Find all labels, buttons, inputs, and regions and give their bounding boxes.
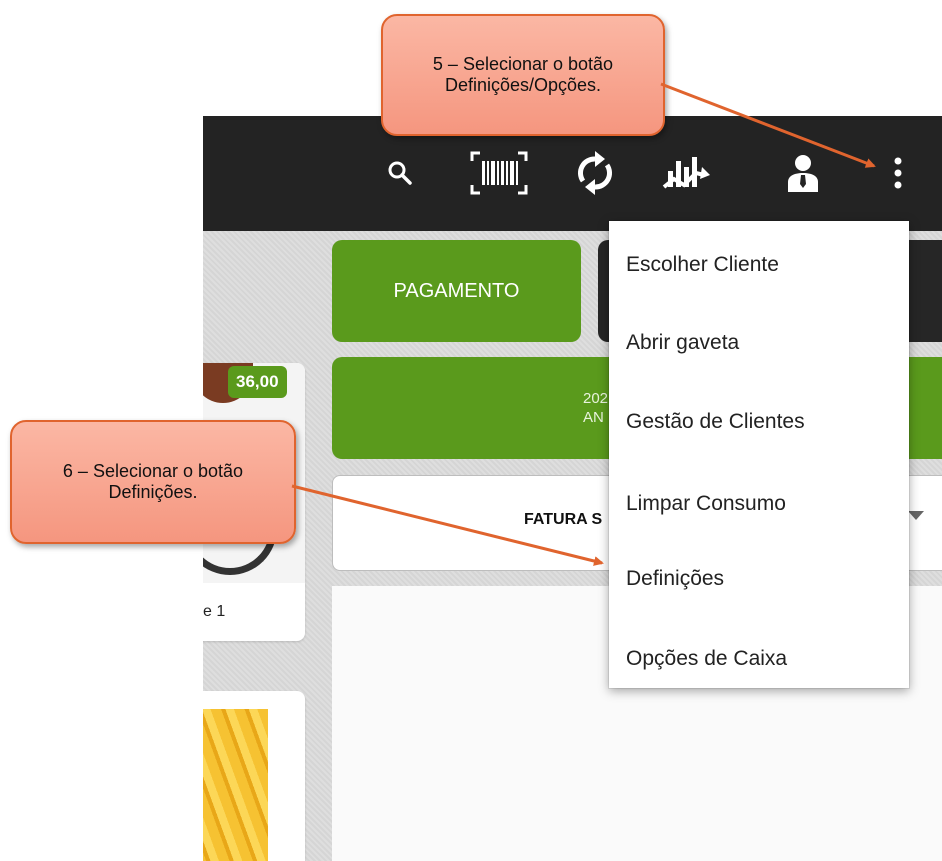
chevron-down-icon	[908, 511, 924, 520]
french-fries-image	[203, 709, 268, 861]
callout-step-5-line2: Definições/Opções.	[444, 75, 602, 95]
menu-item-opcoes-caixa[interactable]: Opções de Caixa	[626, 647, 787, 671]
menu-item-gestao-clientes[interactable]: Gestão de Clientes	[626, 410, 805, 434]
sync-icon[interactable]	[573, 151, 617, 195]
chart-icon[interactable]	[661, 151, 711, 195]
callout-step-6-line2: Definições.	[108, 482, 198, 502]
callout-step-6: 6 – Selecionar o botão Definições.	[10, 420, 296, 544]
callout-step-5-line1: 5 – Selecionar o botão	[432, 54, 614, 74]
menu-item-definicoes[interactable]: Definições	[626, 567, 724, 591]
payment-button[interactable]: PAGAMENTO	[332, 240, 581, 342]
callout-step-5: 5 – Selecionar o botão Definições/Opções…	[381, 14, 665, 136]
search-icon[interactable]	[385, 151, 415, 195]
menu-item-abrir-gaveta[interactable]: Abrir gaveta	[626, 331, 739, 355]
callout-step-6-line1: 6 – Selecionar o botão	[62, 461, 244, 481]
info-text-2: AN	[583, 409, 604, 426]
menu-item-limpar-consumo[interactable]: Limpar Consumo	[626, 492, 786, 516]
more-options-icon[interactable]	[888, 151, 908, 195]
price-badge: 36,00	[228, 366, 287, 398]
product-card[interactable]	[203, 691, 305, 861]
user-icon[interactable]	[783, 151, 823, 195]
document-type-label: FATURA S	[524, 511, 603, 528]
product-grid: 36,00 e 1	[203, 231, 310, 861]
menu-item-escolher-cliente[interactable]: Escolher Cliente	[626, 253, 779, 277]
info-text-1: 202	[583, 390, 609, 407]
product-name: e 1	[203, 603, 226, 620]
options-menu: Escolher Cliente Abrir gaveta Gestão de …	[609, 221, 909, 688]
barcode-icon[interactable]	[469, 151, 529, 195]
